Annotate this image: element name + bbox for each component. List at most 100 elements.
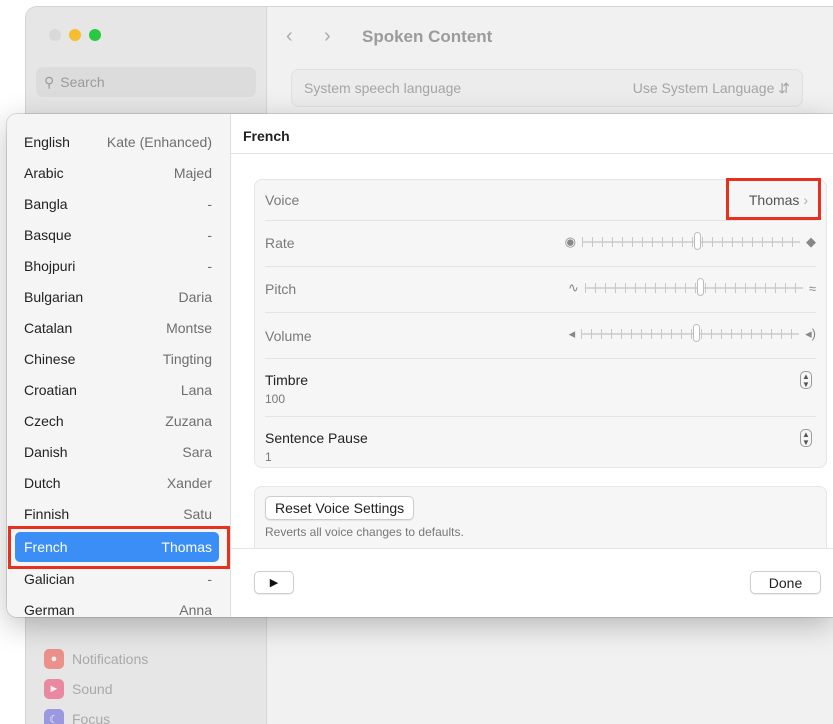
voice-name: Lana <box>180 382 212 398</box>
list-item-galician[interactable]: Galician - <box>15 564 219 594</box>
voice-value: Thomas <box>748 192 800 208</box>
voice-name: Zuzana <box>165 413 212 429</box>
sidebar-item-sound[interactable]: ► Sound <box>44 679 112 699</box>
moon-icon: ☾ <box>44 709 64 724</box>
list-item-czech[interactable]: Czech Zuzana <box>15 406 219 436</box>
list-item-bangla[interactable]: Bangla - <box>15 189 219 219</box>
timbre-label: Timbre <box>265 372 309 388</box>
sentence-pause-stepper[interactable]: ▲ ▼ <box>800 429 812 447</box>
voice-name: - <box>207 196 212 212</box>
language-name: Finnish <box>24 506 70 522</box>
voice-label: Voice <box>265 192 300 208</box>
speaker-high-icon: ◂) <box>805 326 816 341</box>
list-item-croatian[interactable]: Croatian Lana <box>15 375 219 405</box>
language-name: Danish <box>24 444 68 460</box>
footer-divider <box>231 548 833 549</box>
rate-slider[interactable]: ◉ ◆ <box>565 232 816 250</box>
list-item-danish[interactable]: Danish Sara <box>15 437 219 467</box>
voice-name: Majed <box>173 165 212 181</box>
language-name: French <box>24 539 68 555</box>
voice-selector[interactable]: Thomas › <box>749 192 808 208</box>
slider-track <box>581 324 800 342</box>
timbre-stepper[interactable]: ▲ ▼ <box>800 371 812 389</box>
voice-name: - <box>207 227 212 243</box>
search-field[interactable]: ⚲ Search <box>36 67 256 97</box>
voice-row[interactable]: Voice Thomas › <box>265 180 816 221</box>
sidebar-item-notifications[interactable]: ● Notifications <box>44 649 148 669</box>
list-item-english[interactable]: English Kate (Enhanced) <box>15 127 219 157</box>
reset-voice-settings-button[interactable]: Reset Voice Settings <box>265 496 415 520</box>
speaker-low-icon: ◂ <box>568 326 576 341</box>
sidebar-item-label: Focus <box>72 711 111 724</box>
minimize-window-button[interactable] <box>69 29 81 41</box>
timbre-value: 100 <box>265 392 286 406</box>
voice-name: Tingting <box>162 351 212 367</box>
language-name: Czech <box>24 413 64 429</box>
language-name: English <box>24 134 70 150</box>
voice-detail-pane: French Voice Thomas › Rate ◉ ◆ Pitch ∿ ≈… <box>231 114 833 617</box>
sidebar-item-label: Sound <box>72 681 113 697</box>
pitch-slider[interactable]: ∿ ≈ <box>568 278 816 296</box>
voice-name: Anna <box>179 602 212 617</box>
sentence-pause-value: 1 <box>265 450 272 464</box>
updown-chevron-icon: ⇵ <box>778 79 790 96</box>
list-item-chinese[interactable]: Chinese Tingting <box>15 344 219 374</box>
list-item-german[interactable]: German Anna <box>15 595 219 617</box>
zoom-window-button[interactable] <box>89 29 101 41</box>
language-name: Bhojpuri <box>24 258 76 274</box>
rate-label: Rate <box>265 235 295 251</box>
language-name: Galician <box>24 571 75 587</box>
done-button[interactable]: Done <box>750 571 821 594</box>
search-icon: ⚲ <box>44 73 55 90</box>
detail-title: French <box>243 128 290 144</box>
voice-name: Xander <box>166 475 212 491</box>
slider-track <box>584 278 803 296</box>
language-name: German <box>24 602 75 617</box>
system-speech-language-popup[interactable]: Use System Language ⇵ <box>633 80 790 97</box>
page-title: Spoken Content <box>362 26 493 46</box>
slider-knob[interactable] <box>694 232 701 250</box>
window-controls <box>49 29 101 41</box>
slider-knob[interactable] <box>696 278 704 296</box>
language-name: Arabic <box>24 165 64 181</box>
rate-row: Rate ◉ ◆ <box>265 220 816 267</box>
voice-name: Thomas <box>161 539 212 555</box>
volume-slider[interactable]: ◂ ◂) <box>568 324 816 342</box>
language-name: Bulgarian <box>24 289 84 305</box>
slider-knob[interactable] <box>693 324 701 342</box>
sentence-pause-row: Sentence Pause 1 ▲ ▼ <box>265 416 816 468</box>
search-placeholder: Search <box>60 74 105 90</box>
speaker-icon: ► <box>44 679 64 699</box>
list-item-arabic[interactable]: Arabic Majed <box>15 158 219 188</box>
list-item-basque[interactable]: Basque - <box>15 220 219 250</box>
window-toolbar: ‹ › Spoken Content <box>286 25 492 48</box>
voice-name: Montse <box>166 320 212 336</box>
high-pitch-wave-icon: ≈ <box>808 280 816 296</box>
list-item-bhojpuri[interactable]: Bhojpuri - <box>15 251 219 281</box>
back-arrow-icon[interactable]: ‹ <box>286 25 310 48</box>
list-item-dutch[interactable]: Dutch Xander <box>15 468 219 498</box>
timbre-row: Timbre 100 ▲ ▼ <box>265 358 816 417</box>
language-name: Catalan <box>24 320 73 336</box>
voice-name: - <box>207 258 212 274</box>
list-item-catalan[interactable]: Catalan Montse <box>15 313 219 343</box>
language-name: Basque <box>24 227 72 243</box>
sidebar-item-focus[interactable]: ☾ Focus <box>44 709 110 724</box>
rabbit-icon: ◆ <box>806 234 816 249</box>
voice-name: Daria <box>178 289 212 305</box>
close-window-button[interactable] <box>49 29 61 41</box>
list-item-french[interactable]: French Thomas <box>15 532 219 562</box>
language-name: Chinese <box>24 351 76 367</box>
popup-value: Use System Language <box>632 79 775 96</box>
volume-label: Volume <box>265 328 312 344</box>
play-icon: ▶ <box>269 577 279 589</box>
forward-arrow-icon[interactable]: › <box>324 25 348 48</box>
divider <box>231 153 833 154</box>
voice-name: - <box>207 571 212 587</box>
play-button[interactable]: ▶ <box>254 571 294 594</box>
language-list: English Kate (Enhanced) Arabic Majed Bangl… <box>7 114 231 617</box>
system-speech-language-row[interactable]: System speech language Use System Langua… <box>291 69 803 107</box>
list-item-bulgarian[interactable]: Bulgarian Daria <box>15 282 219 312</box>
sidebar-item-label: Notifications <box>72 651 149 667</box>
list-item-finnish[interactable]: Finnish Satu <box>15 499 219 529</box>
